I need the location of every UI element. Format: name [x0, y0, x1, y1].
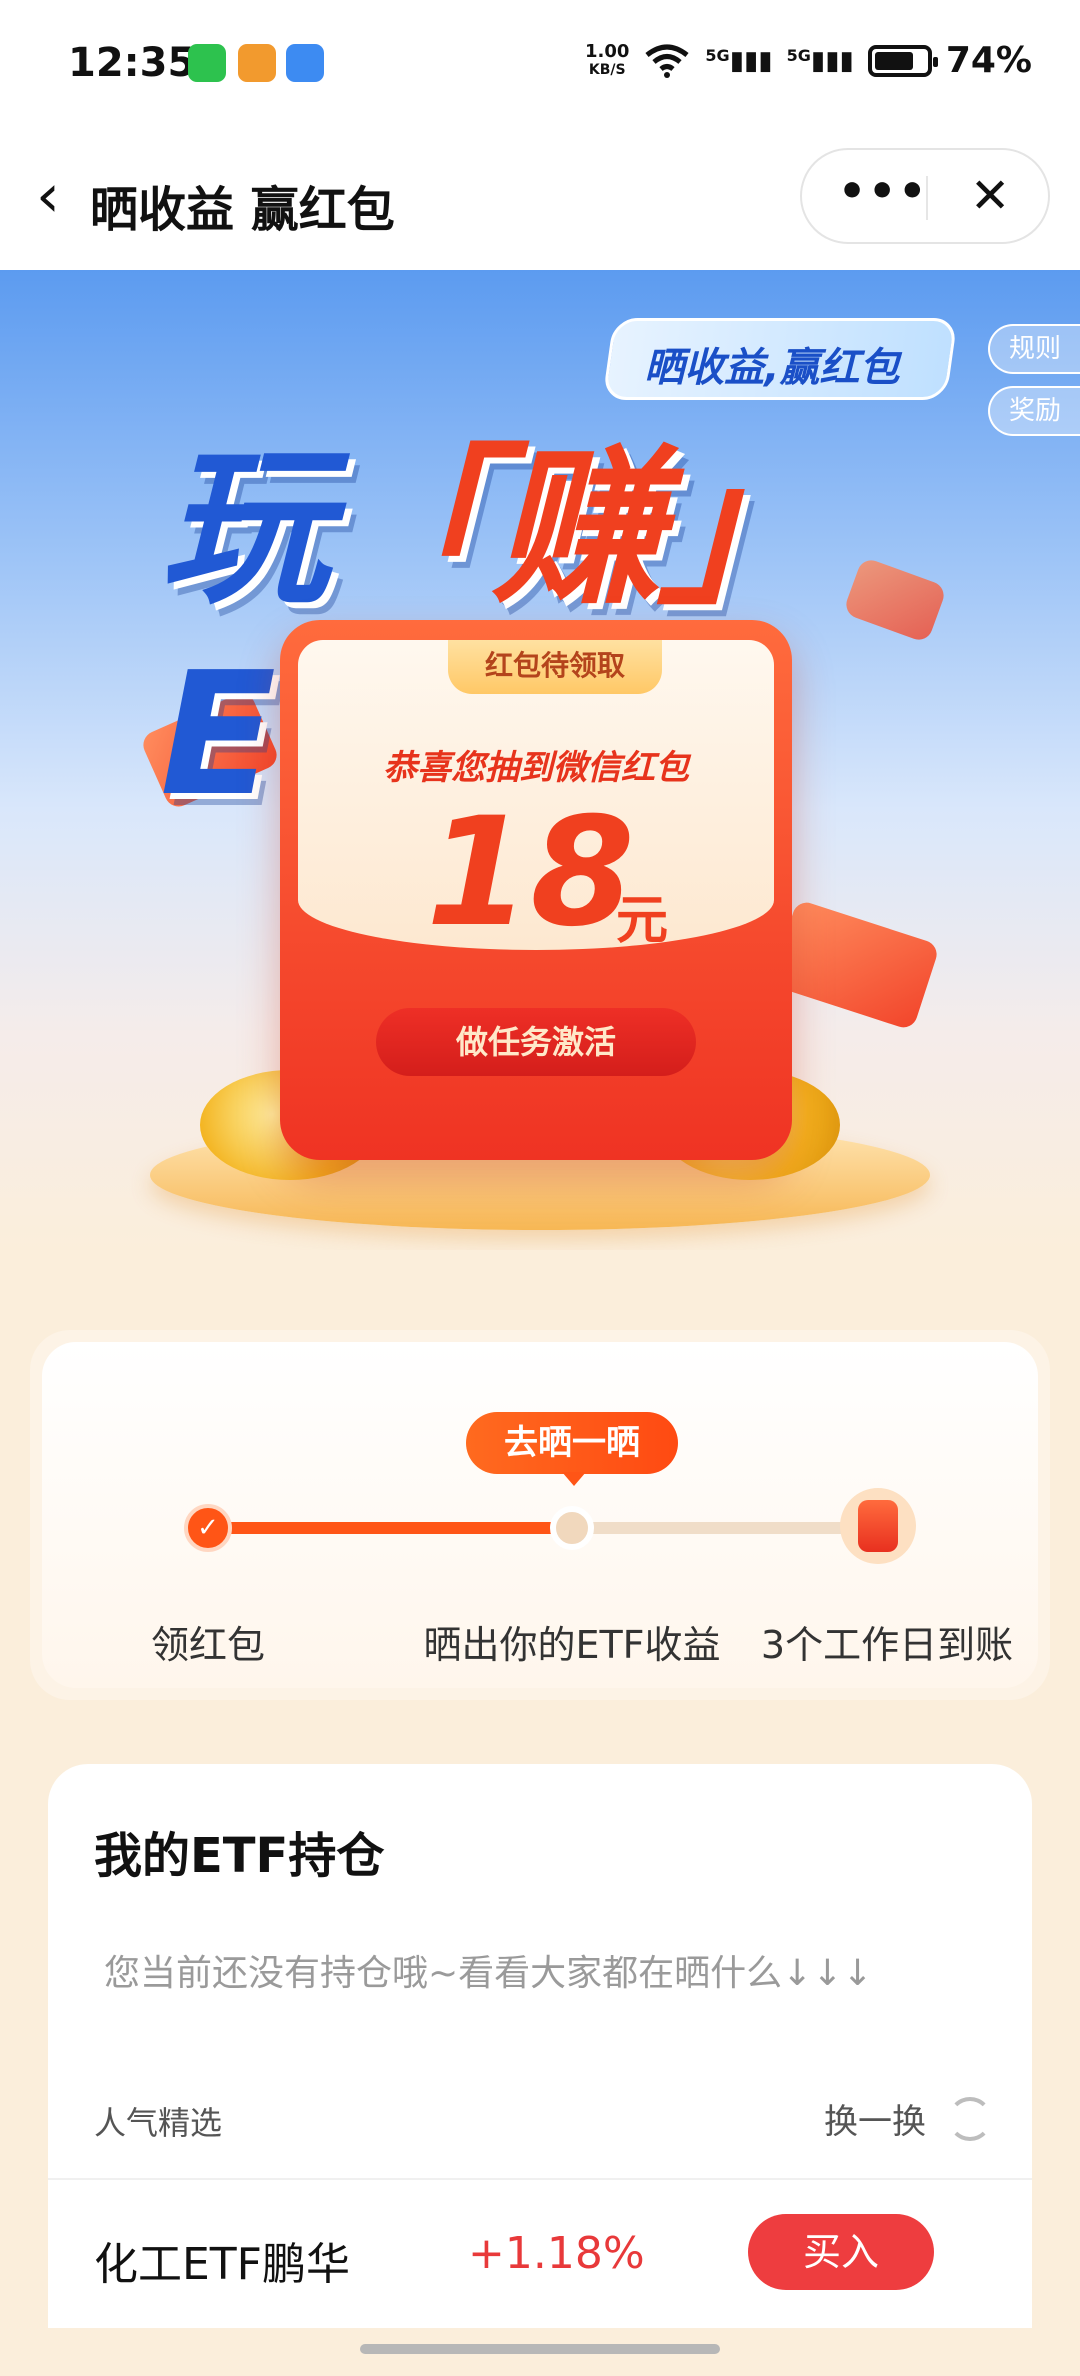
files-icon	[286, 44, 324, 82]
mini-program-capsule: ••• ✕	[800, 148, 1050, 244]
envelope-amount: 18	[426, 786, 635, 960]
more-button[interactable]: •••	[838, 166, 928, 217]
hero-badge: 晒收益,赢红包	[602, 318, 958, 400]
divider	[48, 2178, 1032, 2180]
status-time: 12:35	[68, 40, 196, 86]
wifi-icon	[645, 44, 689, 78]
red-envelope-icon	[840, 1488, 916, 1564]
progress-card: 去晒一晒 ✓ 领红包 晒出你的ETF收益 3个工作日到账	[30, 1330, 1050, 1700]
app-notification-icon	[238, 44, 276, 82]
signal-icon: 5G▮▮▮	[786, 45, 854, 76]
signal-icon: 5G▮▮▮	[705, 45, 773, 76]
share-tooltip-button[interactable]: 去晒一晒	[466, 1412, 678, 1486]
net-speed: 1.00 KB/S	[585, 40, 630, 78]
fund-change: +1.18%	[468, 2228, 645, 2279]
red-envelope-card: 红包待领取 恭喜您抽到微信红包 18 元 做任务激活	[280, 620, 792, 1160]
back-icon[interactable]: ‹	[36, 166, 60, 226]
status-right: 1.00 KB/S 5G▮▮▮ 5G▮▮▮ 74%	[585, 40, 1032, 81]
buy-button[interactable]: 买入	[748, 2214, 934, 2290]
battery-icon	[867, 44, 938, 77]
nav-bar: ‹ 晒收益 赢红包 ••• ✕	[0, 130, 1080, 270]
refresh-button[interactable]: 换一换	[824, 2094, 992, 2143]
progress-track-done	[210, 1522, 564, 1534]
check-icon: ✓	[184, 1504, 232, 1552]
progress-track-todo	[582, 1522, 882, 1534]
popular-picks: 人气精选 换一换 化工ETF鹏华 +1.18% 买入	[48, 2058, 1032, 2328]
holdings-empty-text: 您当前还没有持仓哦~看看大家都在晒什么↓↓↓	[104, 1953, 873, 1994]
picks-header: 人气精选	[94, 2104, 223, 2142]
red-envelope-face: 红包待领取 恭喜您抽到微信红包 18 元	[298, 640, 774, 960]
capsule-divider	[926, 176, 928, 220]
envelope-status-tab: 红包待领取	[448, 640, 662, 694]
floating-red-envelope	[769, 899, 941, 1031]
hero-banner: 晒收益,赢红包 规则 奖励 玩「赚」ETF 红包待领取 恭喜您抽到微信红包 18…	[0, 270, 1080, 1250]
step-label-claim: 领红包	[150, 1623, 265, 1667]
fund-name[interactable]: 化工ETF鹏华	[94, 2228, 350, 2292]
progress-dot-current	[550, 1506, 594, 1550]
step-label-share: 晒出你的ETF收益	[423, 1623, 721, 1667]
envelope-unit: 元	[616, 891, 669, 951]
page-title: 晒收益 赢红包	[90, 182, 395, 238]
wechat-icon	[188, 44, 226, 82]
home-indicator[interactable]	[360, 2344, 720, 2354]
holdings-title: 我的ETF持仓	[94, 1828, 385, 1884]
close-button[interactable]: ✕	[970, 168, 1010, 224]
step-label-arrival: 3个工作日到账	[760, 1623, 1014, 1667]
status-bar: 12:35 1.00 KB/S 5G▮▮▮ 5G▮▮▮ 74%	[0, 0, 1080, 130]
refresh-icon	[948, 2096, 992, 2141]
activate-task-button[interactable]: 做任务激活	[376, 1008, 696, 1076]
rules-button[interactable]: 规则	[988, 324, 1080, 374]
envelope-subtitle: 恭喜您抽到微信红包	[383, 748, 689, 788]
battery-level: 74%	[945, 40, 1032, 81]
